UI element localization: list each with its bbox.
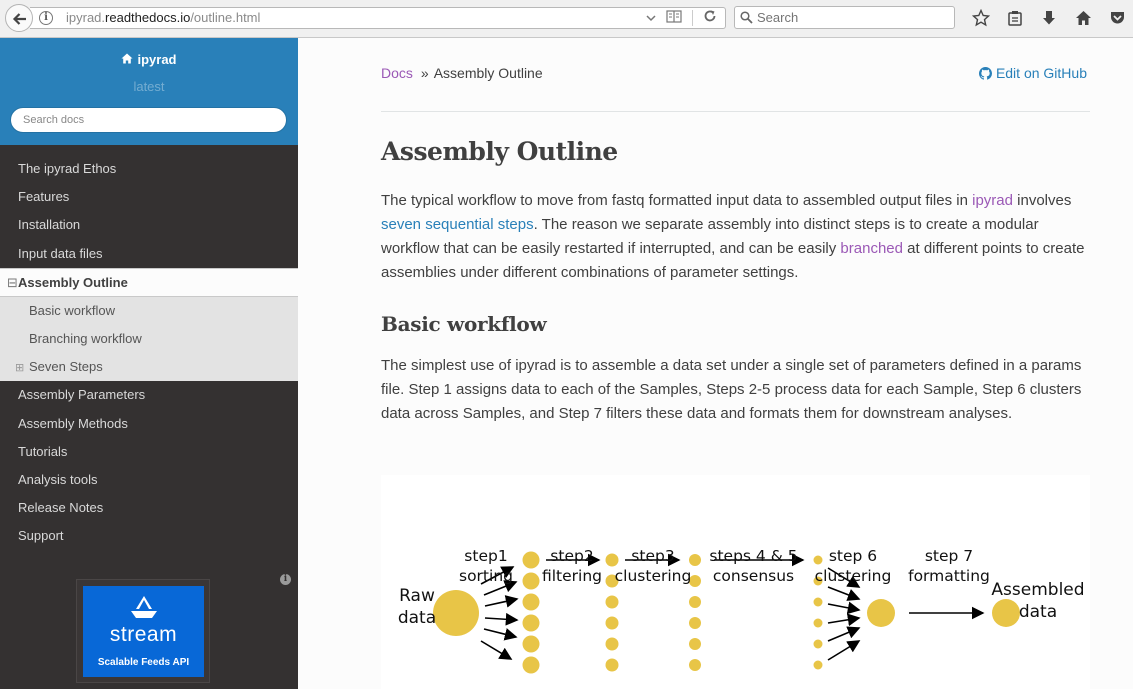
expand-toggle-icon[interactable]: ⊞ — [15, 354, 29, 382]
url-text[interactable]: ipyrad.readthedocs.io/outline.html — [66, 10, 260, 25]
header-divider — [381, 111, 1090, 112]
sidebar-item-assembly-methods[interactable]: Assembly Methods — [0, 410, 298, 438]
collapse-toggle-icon[interactable]: ⊟ — [7, 269, 18, 297]
boat-logo-icon — [131, 596, 157, 618]
sidebar-item-assembly-outline[interactable]: ⊟Assembly Outline — [0, 267, 298, 297]
sidebar-item-support[interactable]: Support — [0, 522, 298, 550]
sidebar-item-input-data[interactable]: Input data files — [0, 240, 298, 268]
pocket-icon — [1110, 12, 1124, 24]
sidebar-subitem-branching-workflow[interactable]: Branching workflow — [0, 324, 298, 354]
step3-label: step3 clustering — [614, 547, 692, 585]
edit-on-github-link[interactable]: Edit on GitHub — [978, 65, 1087, 81]
back-arrow-icon — [12, 13, 26, 25]
sidebar-item-release-notes[interactable]: Release Notes — [0, 494, 298, 522]
sidebar-subitem-seven-steps[interactable]: ⊞ Seven Steps — [0, 353, 298, 382]
browser-search-field[interactable] — [734, 6, 955, 29]
star-icon — [972, 9, 990, 27]
text-run: The typical workflow to move from fastq … — [381, 192, 973, 209]
home-icon — [121, 52, 133, 67]
ad-subtitle: Scalable Feeds API — [97, 657, 190, 668]
steps-4-5-label: steps 4 & 5 consensus — [709, 547, 798, 585]
version-label: latest — [133, 79, 165, 94]
bookmark-star-button[interactable] — [964, 6, 998, 30]
sidebar-item-tutorials[interactable]: Tutorials — [0, 438, 298, 466]
search-icon — [740, 11, 753, 24]
downloads-button[interactable] — [1032, 6, 1066, 30]
seven-steps-link[interactable]: seven sequential steps — [381, 216, 534, 233]
basic-workflow-paragraph: The simplest use of ipyrad is to assembl… — [381, 357, 1082, 422]
chevron-down-icon[interactable] — [646, 10, 656, 26]
sidebar-item-assembly-parameters[interactable]: Assembly Parameters — [0, 381, 298, 409]
site-info-icon[interactable]: i — [39, 11, 53, 25]
breadcrumb-separator: » — [420, 65, 429, 81]
text-run: involves — [1012, 192, 1072, 209]
intro-paragraph: The typical workflow to move from fastq … — [381, 189, 1093, 285]
browser-toolbar: i ipyrad.readthedocs.io/outline.html — [0, 0, 1133, 38]
sidebar-item-installation[interactable]: Installation — [0, 211, 298, 239]
breadcrumb-current: Assembly Outline — [433, 65, 543, 81]
edit-on-github-label: Edit on GitHub — [995, 65, 1087, 81]
reading-list-button[interactable] — [998, 6, 1032, 30]
sidebar-header: ipyrad latest — [0, 38, 298, 145]
ad-banner[interactable]: stream Scalable Feeds API — [83, 586, 204, 677]
ipyrad-link[interactable]: ipyrad — [972, 192, 1013, 209]
sidebar-item-ethos[interactable]: The ipyrad Ethos — [0, 155, 298, 183]
breadcrumb-docs-link[interactable]: Docs — [381, 65, 413, 81]
project-home-link[interactable]: ipyrad — [0, 52, 298, 67]
step6-label: step 6 clustering — [814, 547, 892, 585]
sidebar-subitem-basic-workflow[interactable]: Basic workflow — [0, 296, 298, 325]
clipboard-icon — [1008, 11, 1022, 26]
github-icon — [978, 66, 992, 80]
workflow-diagram: Raw data step1 sorting step2 filtering step… — [381, 475, 1090, 689]
back-button[interactable] — [5, 4, 33, 32]
step1-label: step1 sorting — [459, 547, 513, 585]
raw-data-label: Raw data — [397, 586, 437, 628]
browser-search-input[interactable] — [757, 9, 947, 26]
step7-label: step 7 formatting — [908, 547, 990, 585]
assembled-data-label: Assembled data — [991, 580, 1085, 622]
reload-icon[interactable] — [703, 9, 717, 27]
docs-search-input[interactable] — [10, 107, 287, 133]
step2-label: step2 filtering — [541, 547, 603, 585]
pocket-button[interactable] — [1100, 6, 1133, 30]
url-divider — [692, 10, 693, 26]
home-icon — [1075, 11, 1091, 25]
page-title: Assembly Outline — [381, 137, 618, 166]
docs-sidebar: ipyrad latest The ipyrad Ethos Features … — [0, 38, 298, 689]
sidebar-nav: The ipyrad Ethos Features Installation I… — [0, 155, 298, 550]
download-arrow-icon — [1043, 11, 1055, 25]
ad-title: stream — [109, 623, 178, 646]
section-heading-basic-workflow: Basic workflow — [381, 312, 547, 336]
reader-view-icon[interactable] — [666, 9, 682, 27]
sponsor-ad[interactable]: stream Scalable Feeds API — [76, 579, 210, 683]
sidebar-item-features[interactable]: Features — [0, 183, 298, 211]
home-button[interactable] — [1066, 6, 1100, 30]
sidebar-item-label: Seven Steps — [29, 359, 103, 375]
sidebar-item-label: Assembly Outline — [18, 274, 128, 290]
main-content: Docs» Assembly Outline Edit on GitHub Ass… — [298, 38, 1133, 689]
sidebar-item-analysis-tools[interactable]: Analysis tools — [0, 466, 298, 494]
ad-info-icon[interactable]: i — [280, 574, 291, 585]
breadcrumb: Docs » Assembly Outline — [381, 65, 543, 81]
branched-link[interactable]: branched — [840, 240, 903, 257]
url-bar[interactable]: i ipyrad.readthedocs.io/outline.html — [30, 7, 726, 29]
